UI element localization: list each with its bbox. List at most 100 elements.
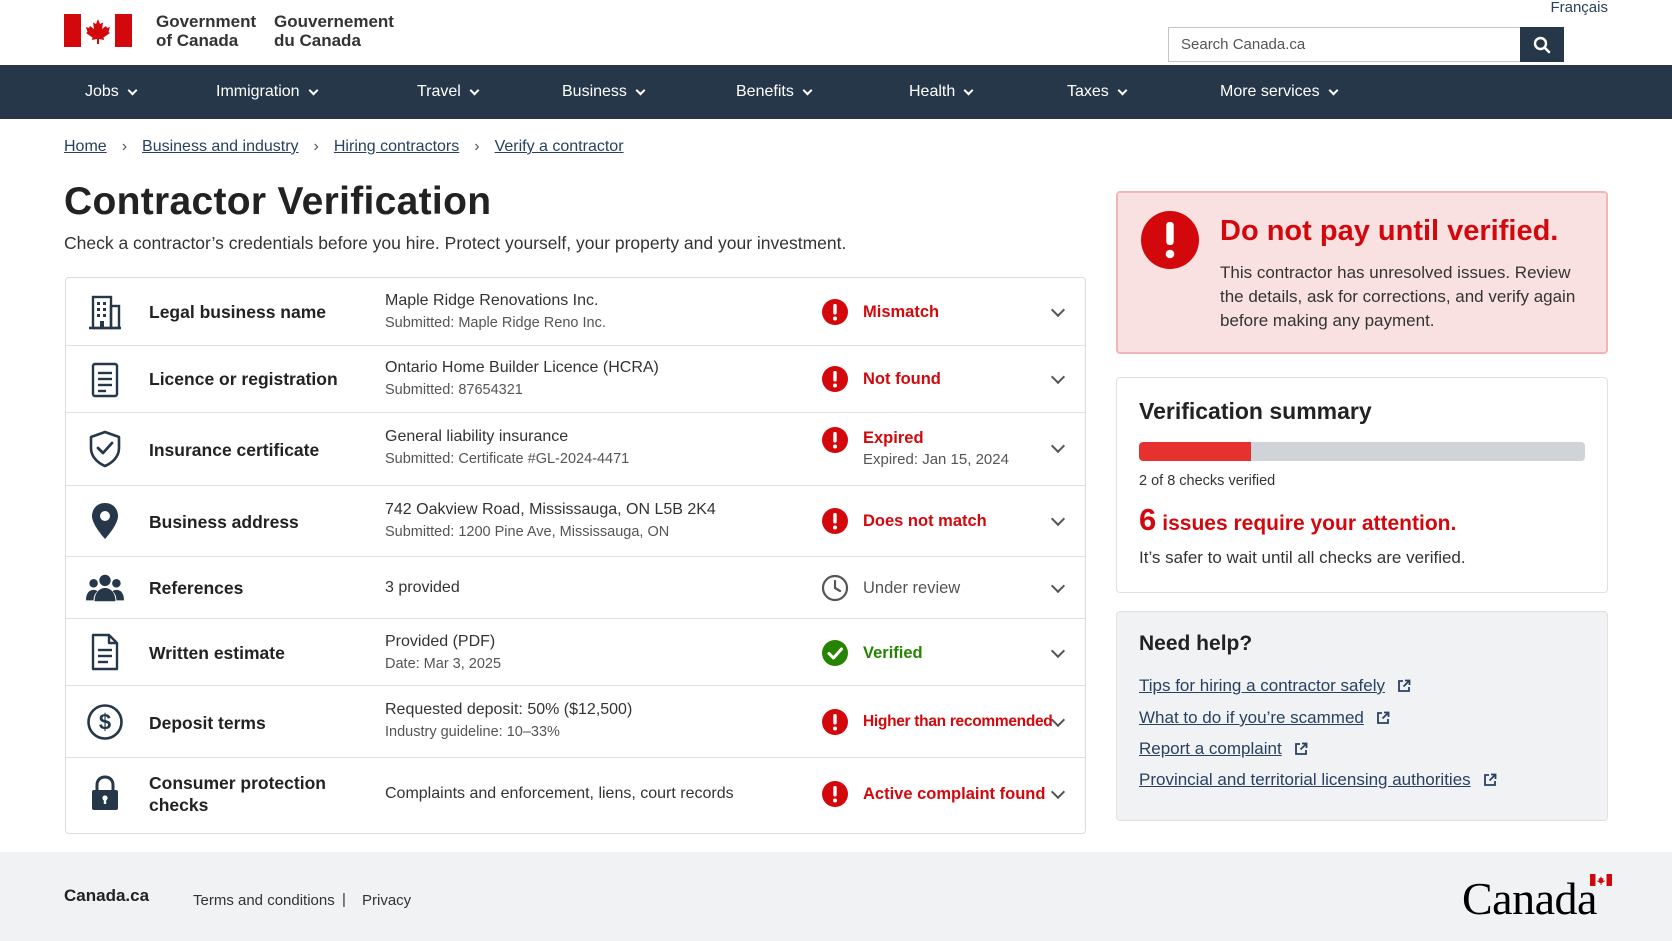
chevron-down-icon [1050, 712, 1066, 728]
breadcrumb-separator: › [474, 138, 480, 155]
document-icon [86, 361, 124, 399]
check-row-business-address[interactable]: Business address 742 Oakview Road, Missi… [66, 486, 1085, 557]
check-row-deposit-terms[interactable]: $ Deposit terms Requested deposit: 50% (… [66, 686, 1085, 758]
chevron-down-icon [1050, 578, 1066, 594]
page-intro: Check a contractor’s credentials before … [64, 233, 847, 253]
breadcrumb: Home › Business and industry › Hiring co… [64, 138, 624, 156]
nav-item-travel[interactable]: Travel [417, 65, 480, 119]
verification-progress-bar [1139, 442, 1585, 461]
clock-icon [821, 574, 849, 602]
check-status: Expired [863, 429, 924, 447]
svg-text:$: $ [99, 710, 111, 735]
government-of-canada-fr[interactable]: Gouvernement du Canada [274, 12, 394, 50]
help-link-licensing-authorities[interactable]: Provincial and territorial licensing aut… [1139, 770, 1497, 790]
error-icon [822, 508, 848, 534]
need-help-panel: Need help? Tips for hiring a contractor … [1116, 611, 1608, 821]
chevron-down-icon [963, 85, 974, 95]
check-label: Deposit terms [149, 713, 266, 733]
external-link-icon [1376, 711, 1390, 724]
nav-label: Immigration [216, 83, 300, 100]
nav-item-more-services[interactable]: More services [1220, 65, 1339, 119]
check-label: Business address [149, 512, 299, 532]
external-link-icon [1483, 773, 1497, 786]
chevron-down-icon [1050, 369, 1066, 385]
check-row-licence-or-registration[interactable]: Licence or registration Ontario Home Bui… [66, 346, 1085, 413]
chevron-down-icon [1050, 438, 1066, 454]
location-pin-icon [86, 502, 124, 540]
footer-brand-link[interactable]: Canada.ca [64, 886, 149, 906]
check-status: Active complaint found [863, 785, 1046, 803]
check-value-main: 742 Oakview Road, Mississauga, ON L5B 2K… [385, 501, 716, 518]
nav-item-jobs[interactable]: Jobs [85, 65, 138, 119]
page-title: Contractor Verification [64, 180, 492, 223]
chevron-down-icon [635, 85, 646, 95]
verification-summary: Verification summary 2 of 8 checks verif… [1116, 377, 1608, 593]
canada-flag-icon [1590, 874, 1612, 886]
check-label: Written estimate [149, 643, 285, 663]
shield-check-icon [86, 430, 124, 468]
govt-fr-line2: du Canada [274, 31, 361, 50]
chevron-down-icon [1050, 511, 1066, 527]
check-row-consumer-protection[interactable]: Consumer protection checks Complaints an… [66, 758, 1085, 833]
nav-item-taxes[interactable]: Taxes [1067, 65, 1128, 119]
search-form [1168, 27, 1564, 62]
check-value-main: Ontario Home Builder Licence (HCRA) [385, 359, 659, 376]
check-value: Ontario Home Builder Licence (HCRA) Subm… [385, 357, 659, 401]
language-toggle-link[interactable]: Français [1550, 0, 1608, 16]
check-status: Verified [863, 644, 923, 662]
breadcrumb-separator: › [121, 138, 128, 155]
footer-separator: | [342, 891, 346, 908]
site-footer: Canada.ca Terms and conditions | Privacy… [0, 852, 1672, 941]
help-link-report-complaint[interactable]: Report a complaint [1139, 739, 1308, 759]
chevron-down-icon [802, 85, 813, 95]
terms-and-conditions-link[interactable]: Terms and conditions [193, 892, 335, 909]
breadcrumb-hiring-contractors[interactable]: Hiring contractors [334, 138, 459, 156]
check-status: Higher than recommended [863, 713, 1053, 730]
nav-item-benefits[interactable]: Benefits [736, 65, 813, 119]
government-of-canada-en[interactable]: Government of Canada [156, 12, 256, 50]
issues-count-message: 6 issues require your attention. [1139, 502, 1456, 538]
check-value-sub: Industry guideline: 10–33% [385, 724, 560, 740]
check-value-main: Maple Ridge Renovations Inc. [385, 292, 599, 309]
canada-flag-icon [64, 14, 132, 47]
check-value-main: Complaints and enforcement, liens, court… [385, 785, 734, 802]
error-icon [822, 299, 848, 325]
check-value: Maple Ridge Renovations Inc. Submitted: … [385, 290, 606, 334]
search-button[interactable] [1520, 27, 1564, 62]
breadcrumb-home[interactable]: Home [64, 138, 107, 156]
building-icon [86, 293, 124, 331]
progress-fill [1139, 442, 1251, 461]
summary-title: Verification summary [1139, 398, 1372, 424]
check-row-insurance-certificate[interactable]: Insurance certificate General liability … [66, 413, 1085, 486]
external-link-icon [1398, 679, 1411, 692]
help-link-label: Tips for hiring a contractor safely [1139, 676, 1385, 695]
dollar-circle-icon: $ [86, 703, 124, 741]
nav-label: Taxes [1067, 83, 1109, 100]
govt-en-line1: Government [156, 12, 257, 31]
breadcrumb-verify-a-contractor[interactable]: Verify a contractor [495, 138, 624, 156]
search-icon [1533, 36, 1551, 53]
nav-item-immigration[interactable]: Immigration [216, 65, 319, 119]
external-link-icon [1294, 742, 1308, 755]
chevron-down-icon [1050, 643, 1066, 659]
search-input[interactable] [1169, 28, 1520, 61]
nav-item-health[interactable]: Health [909, 65, 974, 119]
error-icon [822, 366, 848, 392]
check-row-legal-business-name[interactable]: Legal business name Maple Ridge Renovati… [66, 278, 1085, 346]
payment-warning-alert: Do not pay until verified. This contract… [1116, 191, 1608, 354]
privacy-link[interactable]: Privacy [362, 892, 411, 909]
check-circle-icon [822, 640, 848, 666]
check-value: General liability insurance Submitted: C… [385, 426, 629, 470]
help-link-hiring-tips[interactable]: Tips for hiring a contractor safely [1139, 676, 1411, 696]
error-icon [822, 427, 848, 453]
check-row-written-estimate[interactable]: Written estimate Provided (PDF) Date: Ma… [66, 619, 1085, 686]
chevron-down-icon [1050, 302, 1066, 318]
nav-item-business[interactable]: Business [562, 65, 646, 119]
nav-label: Travel [417, 83, 461, 100]
chevron-down-icon [469, 85, 480, 95]
breadcrumb-business-and-industry[interactable]: Business and industry [142, 138, 299, 156]
error-icon [822, 781, 848, 807]
help-link-scammed[interactable]: What to do if you’re scammed [1139, 708, 1390, 728]
check-row-references[interactable]: References 3 provided Under review [66, 557, 1085, 619]
check-label: Legal business name [149, 302, 327, 322]
